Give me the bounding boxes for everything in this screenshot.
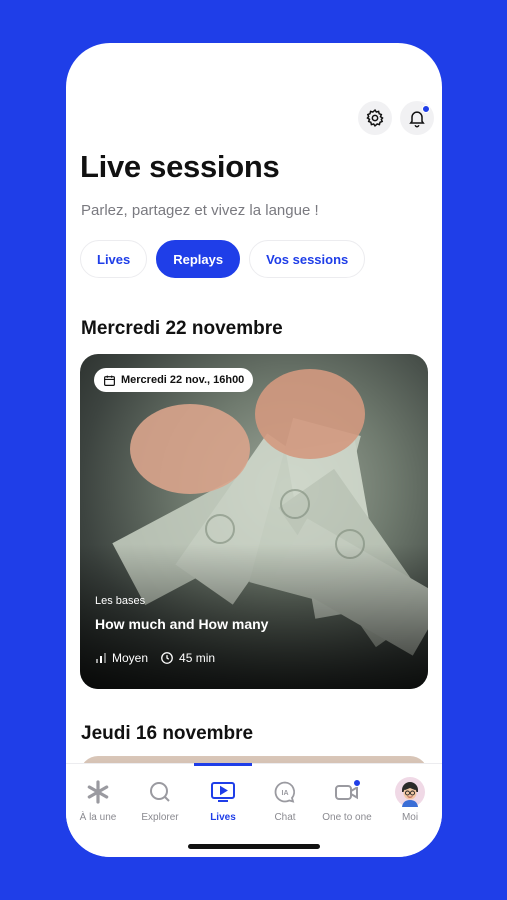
nav-label: One to one: [322, 812, 372, 823]
nav-item-moi[interactable]: Moi: [379, 777, 441, 823]
session-category: Les bases: [95, 595, 146, 607]
nav-item-one-to-one[interactable]: One to one: [316, 778, 378, 823]
ia-chat-icon: IA: [274, 781, 296, 803]
level-label: Moyen: [112, 651, 149, 665]
notification-dot: [353, 779, 361, 787]
nav-label: À la une: [79, 812, 117, 823]
top-actions: [358, 101, 434, 135]
money-photo: [80, 369, 428, 689]
date-badge: Mercredi 22 nov., 16h00: [94, 368, 254, 392]
page-subtitle: Parlez, partagez et vivez la langue !: [81, 202, 319, 219]
gear-icon: [366, 108, 384, 128]
nav-label: Explorer: [141, 812, 179, 823]
nav-label: Chat: [274, 812, 296, 823]
nav-label: Moi: [401, 812, 419, 823]
clock-icon: [161, 652, 173, 664]
phone-screen: Live sessions Parlez, partagez et vivez …: [66, 43, 442, 857]
date-badge-text: Mercredi 22 nov., 16h00: [121, 374, 245, 386]
notifications-button[interactable]: [400, 101, 434, 135]
session-title: How much and How many: [95, 616, 269, 632]
play-screen-icon: [211, 782, 235, 802]
tab-lives[interactable]: Lives: [80, 240, 148, 278]
avatar: [395, 777, 425, 807]
notification-dot: [422, 105, 430, 113]
svg-text:IA: IA: [282, 790, 289, 797]
active-tab-indicator: [194, 763, 252, 766]
tab-vos-sessions[interactable]: Vos sessions: [249, 240, 366, 278]
duration-label: 45 min: [179, 651, 216, 665]
settings-button[interactable]: [358, 101, 392, 135]
nav-item-lives[interactable]: Lives: [192, 778, 254, 823]
section-heading: Jeudi 16 novembre: [81, 723, 254, 744]
nav-item-chat[interactable]: IA Chat: [254, 778, 316, 823]
session-card[interactable]: Mercredi 22 nov., 16h00 Les bases How mu…: [80, 354, 428, 689]
nav-item-a-la-une[interactable]: À la une: [67, 778, 129, 823]
calendar-icon: [104, 375, 115, 386]
nav-label: Lives: [210, 812, 236, 823]
bottom-navigation: À la une Explorer Lives IA Chat One to o…: [66, 763, 442, 857]
level-info: Moyen: [95, 651, 148, 665]
section-heading: Mercredi 22 novembre: [81, 318, 283, 339]
asterisk-icon: [87, 780, 109, 804]
page-title: Live sessions: [80, 149, 280, 184]
duration-info: 45 min: [160, 651, 215, 665]
search-icon: [150, 782, 170, 802]
nav-item-explorer[interactable]: Explorer: [129, 778, 191, 823]
home-indicator: [188, 844, 320, 849]
session-tabs: Lives Replays Vos sessions: [80, 240, 366, 278]
tab-replays[interactable]: Replays: [156, 240, 241, 278]
session-meta: Moyen 45 min: [95, 651, 215, 665]
level-bars-icon: [96, 653, 106, 663]
